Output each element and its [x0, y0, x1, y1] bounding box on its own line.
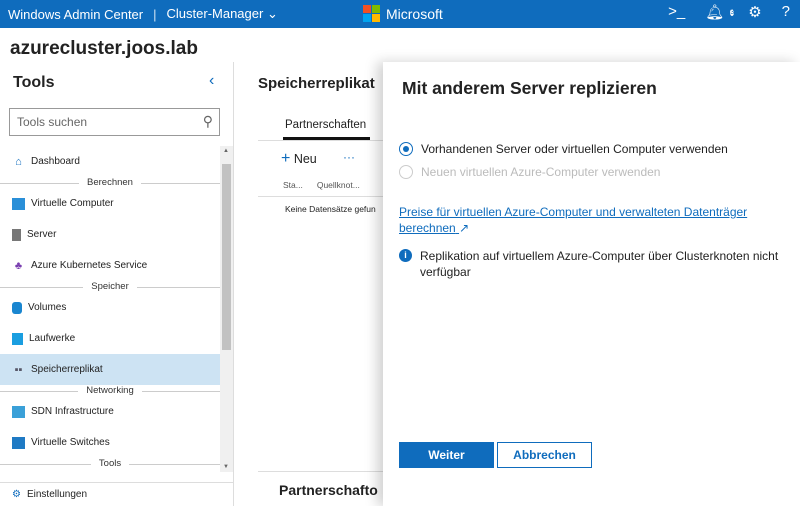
next-button[interactable]: Weiter: [399, 442, 494, 468]
item-label: Virtuelle Switches: [31, 437, 110, 448]
divider: |: [153, 6, 157, 22]
app-title[interactable]: Windows Admin Center: [8, 7, 143, 22]
empty-message: Keine Datensätze gefun: [285, 204, 376, 214]
powershell-icon[interactable]: >_: [668, 3, 685, 21]
section-header: Speicher: [0, 281, 220, 292]
database-icon: [12, 301, 22, 314]
sidebar-item-settings[interactable]: ⚙ Einstellungen: [0, 482, 233, 506]
top-bar: Windows Admin Center | Cluster-Manager ⌄…: [0, 0, 800, 28]
column-source-node[interactable]: Quellknot...: [317, 180, 360, 190]
server-icon: [12, 228, 21, 241]
host-title: azurecluster.joos.lab: [10, 38, 198, 59]
scroll-thumb[interactable]: [222, 164, 231, 350]
context-label: Cluster-Manager: [166, 6, 264, 21]
sidebar-scrollbar[interactable]: ▲ ▼: [220, 146, 233, 472]
page-title: Speicherreplikat: [258, 75, 375, 92]
context-switcher[interactable]: Cluster-Manager ⌄: [167, 6, 278, 22]
radio-checked-icon: [399, 142, 413, 156]
home-icon: ⌂: [15, 155, 22, 168]
panel-title: Mit anderem Server replizieren: [402, 78, 657, 98]
tools-search-input[interactable]: Tools suchen ⚲: [9, 108, 220, 136]
tools-heading: Tools: [13, 74, 55, 91]
radio-unchecked-icon: [399, 165, 413, 179]
sdn-icon: [12, 405, 25, 418]
search-placeholder: Tools suchen: [17, 115, 88, 129]
table-header: Sta... Quellknot...: [283, 180, 374, 190]
radio-new-azure-vm: Neuen virtuellen Azure-Computer verwende…: [399, 165, 660, 179]
sidebar-item-virtual-switches[interactable]: Virtuelle Switches: [0, 427, 220, 458]
column-status[interactable]: Sta...: [283, 180, 303, 190]
sidebar-item-virtual-machines[interactable]: Virtuelle Computer: [0, 188, 220, 219]
search-icon[interactable]: ⚲: [203, 113, 213, 130]
gear-icon: ⚙: [12, 489, 21, 500]
info-text: Replikation auf virtuellem Azure-Compute…: [420, 249, 779, 279]
sidebar-item-server[interactable]: Server: [0, 219, 220, 250]
divider: [258, 196, 383, 197]
cancel-button[interactable]: Abbrechen: [497, 442, 592, 468]
brand-label: Microsoft: [386, 5, 443, 22]
external-link-icon: ↗: [459, 221, 470, 235]
notifications-bell-icon[interactable]: 🔔︎ 3: [705, 3, 735, 21]
monitor-icon: [12, 197, 25, 210]
tab-partnerships[interactable]: Partnerschaften: [285, 119, 366, 131]
plus-icon: +: [281, 150, 291, 167]
replica-icon: ▪▪: [14, 363, 23, 376]
sidebar-item-storage-replica[interactable]: ▪▪ Speicherreplikat: [0, 354, 220, 385]
radio-label: Neuen virtuellen Azure-Computer verwende…: [421, 165, 661, 179]
item-label: Speicherreplikat: [31, 364, 103, 375]
pricing-link[interactable]: Preise für virtuellen Azure-Computer und…: [399, 204, 769, 236]
chevron-down-icon: ⌄: [266, 6, 278, 21]
item-label: Virtuelle Computer: [31, 198, 114, 209]
help-icon[interactable]: ?: [782, 3, 790, 21]
sidebar-item-volumes[interactable]: Volumes: [0, 292, 220, 323]
divider: [258, 471, 383, 472]
collapse-sidebar-icon[interactable]: ‹: [209, 72, 214, 90]
notification-badge: 3: [730, 9, 735, 16]
new-label: Neu: [293, 152, 317, 166]
sidebar-item-aks[interactable]: ♣ Azure Kubernetes Service: [0, 250, 220, 281]
divider: [233, 62, 234, 506]
gear-icon[interactable]: ⚙: [748, 3, 761, 21]
item-label: Azure Kubernetes Service: [31, 260, 148, 271]
microsoft-logo-icon: [363, 5, 380, 22]
item-label: Volumes: [28, 302, 67, 313]
kubernetes-icon: ♣: [14, 259, 23, 272]
section-header: Berechnen: [0, 177, 220, 188]
divider: [258, 140, 383, 141]
more-options-button[interactable]: ···: [343, 150, 355, 164]
radio-label: Vorhandenen Server oder virtuellen Compu…: [421, 142, 728, 156]
info-icon: i: [399, 249, 412, 262]
section-header: Tools: [0, 458, 220, 466]
item-label: Dashboard: [31, 156, 80, 167]
radio-existing-server[interactable]: Vorhandenen Server oder virtuellen Compu…: [399, 142, 728, 156]
sidebar-item-dashboard[interactable]: ⌂ Dashboard: [0, 146, 220, 177]
item-label: Server: [27, 229, 57, 240]
tools-nav: ⌂ Dashboard Berechnen Virtuelle Computer …: [0, 146, 220, 466]
drive-icon: [12, 332, 23, 345]
replicate-panel: Mit anderem Server replizieren Vorhanden…: [383, 62, 800, 506]
switch-icon: [12, 436, 25, 449]
sidebar-item-sdn[interactable]: SDN Infrastructure: [0, 396, 220, 427]
item-label: SDN Infrastructure: [31, 406, 114, 417]
microsoft-brand: Microsoft: [363, 5, 443, 22]
new-button[interactable]: + Neu: [281, 150, 317, 168]
item-label: Laufwerke: [29, 333, 76, 344]
section-title: Partnerschafto: [279, 482, 378, 498]
section-header: Networking: [0, 385, 220, 396]
sidebar-item-drives[interactable]: Laufwerke: [0, 323, 220, 354]
info-message: i Replikation auf virtuellem Azure-Comput…: [399, 248, 779, 280]
item-label: Einstellungen: [26, 489, 88, 500]
